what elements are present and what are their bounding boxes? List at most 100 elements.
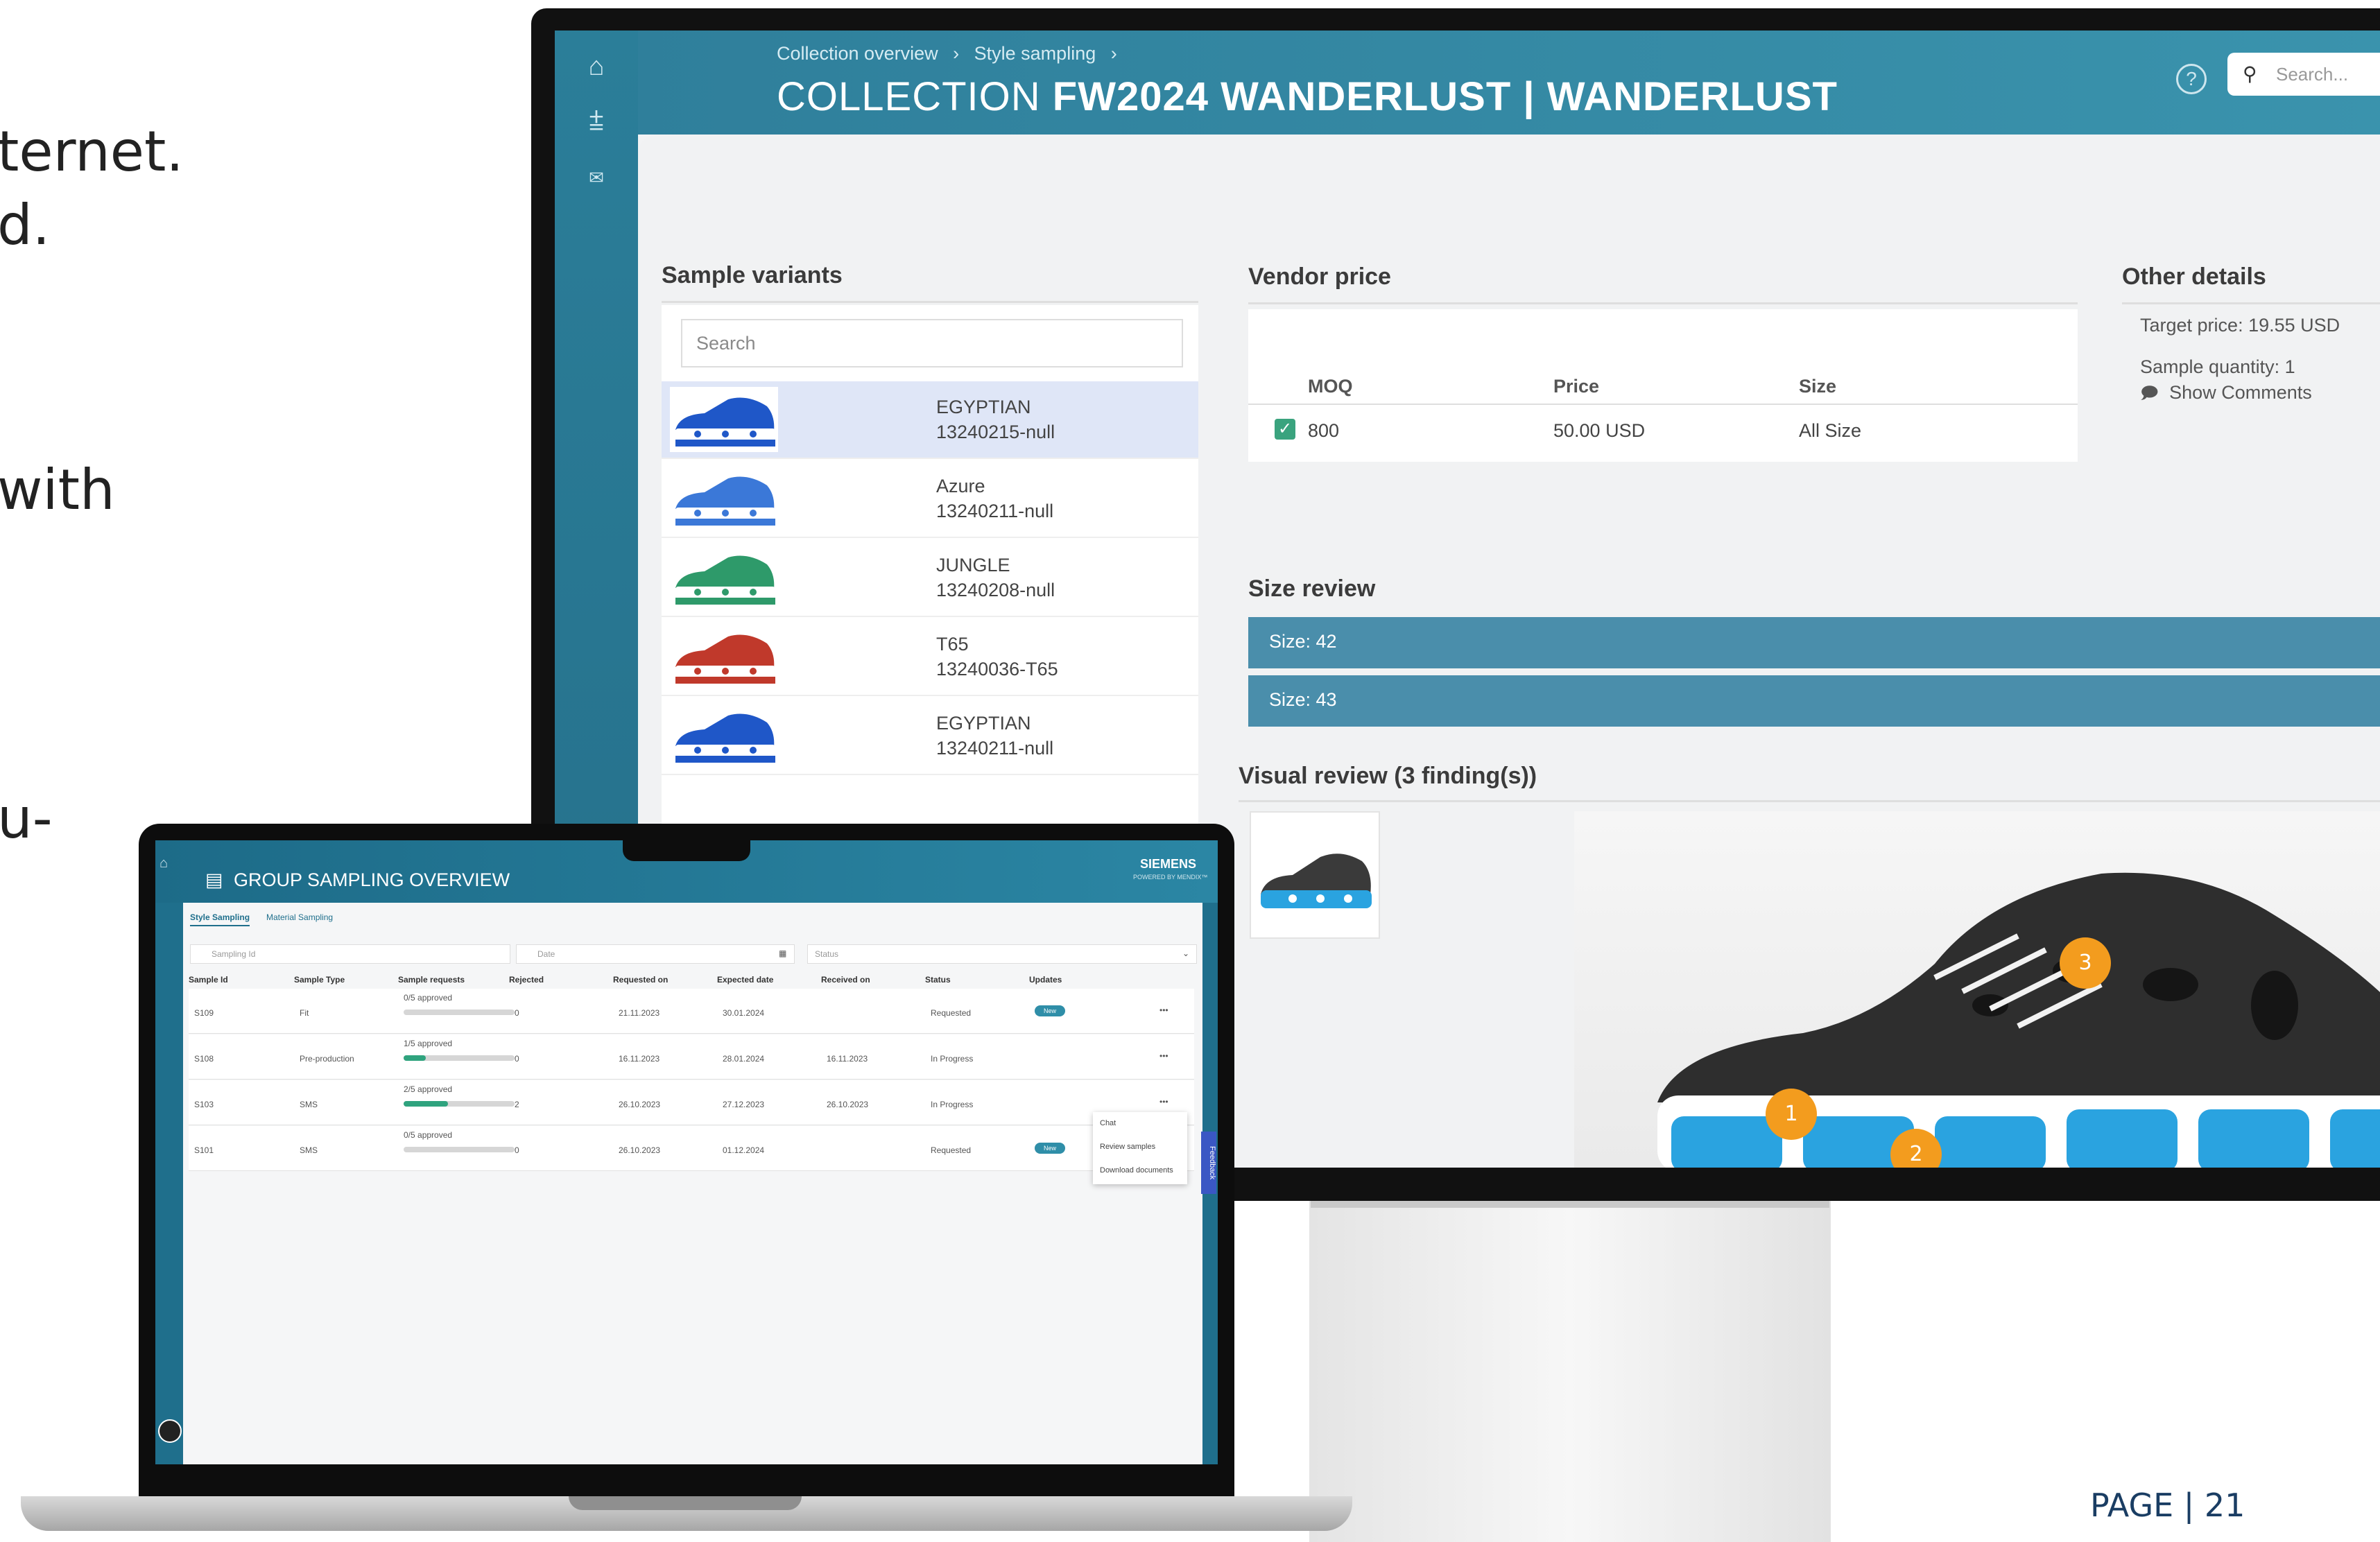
avatar-icon[interactable] [158, 1419, 182, 1443]
approval-progress-bar [404, 1147, 515, 1152]
cell-type: SMS [300, 1145, 318, 1155]
other-details-title: Other details [2122, 263, 2266, 290]
breadcrumb-collection-overview[interactable]: Collection overview [777, 43, 938, 64]
approval-progress-bar [404, 1010, 515, 1015]
cell-requested: 26.10.2023 [619, 1100, 661, 1109]
column-header[interactable]: Sample requests [398, 975, 465, 985]
feedback-tab[interactable]: Feedback [1201, 1132, 1216, 1194]
menu-item-download-documents[interactable]: Download documents [1100, 1166, 1173, 1175]
tab-style-sampling[interactable]: Style Sampling [190, 912, 250, 926]
calendar-icon[interactable]: ▦ [779, 948, 786, 958]
cell-requests: 2/5 approved [404, 1084, 453, 1094]
laptop-notch [623, 836, 750, 861]
size-review-item[interactable]: Size: 43 [1248, 675, 2380, 727]
cell-id: S101 [194, 1145, 214, 1155]
column-header[interactable]: Rejected [509, 975, 544, 985]
cell-requests: 0/5 approved [404, 1130, 453, 1140]
column-header[interactable]: Status [925, 975, 951, 985]
cell-requested: 21.11.2023 [619, 1008, 660, 1018]
page-title: COLLECTION FW2024 WANDERLUST | WANDERLUS… [777, 73, 1838, 120]
finding-marker-1[interactable]: 1 [1766, 1089, 1817, 1140]
brand-logo: SIEMENS [1140, 857, 1197, 871]
mail-icon[interactable]: ✉ [581, 162, 612, 193]
tab-material-sampling[interactable]: Material Sampling [266, 912, 333, 922]
show-comments-link[interactable]: 🗩 Show Comments [2140, 381, 2312, 410]
column-header[interactable]: Sample Id [189, 975, 228, 985]
home-icon[interactable]: ⌂ [159, 856, 168, 872]
variant-list-item[interactable]: EGYPTIAN 13240211-null [662, 698, 1198, 775]
finding-marker-3[interactable]: 3 [2060, 937, 2111, 989]
page-title-name: FW2024 WANDERLUST | WANDERLUST [1052, 74, 1838, 119]
cell-requested: 16.11.2023 [619, 1054, 660, 1064]
more-options-icon[interactable]: ••• [1159, 1051, 1169, 1061]
table-row[interactable]: S103 SMS 2/5 approved 2 26.10.2023 27.12.2023… [189, 1080, 1194, 1125]
shoe-thumbnail-image [670, 545, 778, 610]
cell-id: S103 [194, 1100, 214, 1109]
variant-list-item[interactable]: T65 13240036-T65 [662, 618, 1198, 696]
column-header-moq: MOQ [1308, 376, 1353, 397]
breadcrumb-separator: › [953, 43, 960, 64]
add-layers-icon[interactable]: ⩲ [581, 107, 612, 137]
filter-placeholder: Sampling Id [212, 949, 256, 959]
variant-list-item[interactable]: JUNGLE 13240208-null [662, 539, 1198, 617]
column-header[interactable]: Requested on [613, 975, 668, 985]
cell-status: In Progress [931, 1054, 974, 1064]
column-header[interactable]: Expected date [717, 975, 773, 985]
status-filter[interactable]: Status ⌄ [807, 944, 1197, 964]
sampling-id-filter[interactable]: Sampling Id [190, 944, 510, 964]
shoe-thumbnail-image [1261, 854, 1372, 908]
more-options-icon[interactable]: ••• [1159, 1097, 1169, 1107]
table-row[interactable]: S101 SMS 0/5 approved 0 26.10.2023 01.12.2024… [189, 1126, 1194, 1171]
sample-quantity: Sample quantity: 1 [2140, 356, 2295, 377]
comment-icon: 🗩 [2140, 384, 2159, 403]
breadcrumb-separator: › [1110, 43, 1117, 64]
table-row[interactable]: S109 Fit 0/5 approved 0 21.11.2023 30.01.2024… [189, 989, 1194, 1034]
home-icon[interactable]: ⌂ [581, 51, 612, 82]
variant-list-item[interactable]: Azure 13240211-null [662, 460, 1198, 538]
cell-received: 16.11.2023 [827, 1054, 868, 1064]
checkbox-icon[interactable]: ✓ [1275, 419, 1295, 440]
variant-search-input[interactable]: Search [681, 319, 1183, 367]
global-search-input[interactable]: ⚲ Search... [2227, 53, 2380, 96]
cell-received: 26.10.2023 [827, 1100, 869, 1109]
variant-list-item[interactable]: EGYPTIAN 13240215-null [662, 381, 1198, 459]
approval-progress-bar [404, 1055, 515, 1061]
vendor-price-title: Vendor price [1248, 263, 1391, 290]
visual-review-thumbnail[interactable] [1250, 811, 1380, 939]
shoe-thumbnail-image [670, 703, 778, 768]
slide-text-line-4: u- [0, 786, 53, 851]
variant-code: 13240211-null [936, 738, 1054, 759]
laptop-page-title-text: GROUP SAMPLING OVERVIEW [234, 869, 510, 890]
laptop-app-content: Style Sampling Material Sampling Samplin… [183, 903, 1202, 1464]
more-options-icon[interactable]: ••• [1159, 1005, 1169, 1015]
shoe-3d-image [1657, 872, 2380, 1168]
column-header[interactable]: Updates [1029, 975, 1062, 985]
breadcrumb-style-sampling[interactable]: Style sampling [974, 43, 1096, 64]
variant-search-placeholder: Search [696, 333, 756, 354]
vendor-price-table: MOQ Price Size ✓ 800 50.00 USD All Size [1248, 309, 2078, 462]
sample-variants-panel: Search EGYPTIAN 13240215-null Azure 1324021… [662, 305, 1198, 826]
size-review-item[interactable]: Size: 42 [1248, 617, 2380, 668]
tab-label: Material Sampling [266, 912, 334, 922]
sample-variants-title: Sample variants [662, 262, 843, 288]
column-header[interactable]: Received on [821, 975, 870, 985]
menu-item-chat[interactable]: Chat [1100, 1119, 1116, 1127]
cell-status: Requested [931, 1008, 972, 1018]
size-label: Size: 42 [1269, 631, 1337, 652]
column-header[interactable]: Sample Type [294, 975, 345, 985]
variant-code: 13240211-null [936, 501, 1054, 521]
cell-type: Fit [300, 1008, 309, 1018]
laptop-opening-groove [569, 1496, 802, 1510]
date-filter[interactable]: Date ▦ [516, 944, 795, 964]
help-icon[interactable]: ? [2176, 64, 2207, 94]
table-row[interactable]: S108 Pre-production 1/5 approved 0 16.11.202… [189, 1034, 1194, 1080]
column-header-price: Price [1553, 376, 1600, 397]
show-comments-label: Show Comments [2169, 382, 2312, 403]
tab-label: Style Sampling [190, 912, 250, 922]
filter-placeholder: Date [537, 949, 555, 959]
variant-code: 13240208-null [936, 580, 1055, 600]
search-icon: ⚲ [2243, 63, 2257, 85]
divider [1248, 404, 2078, 405]
menu-item-review-samples[interactable]: Review samples [1100, 1143, 1155, 1151]
cell-expected: 01.12.2024 [723, 1145, 765, 1155]
